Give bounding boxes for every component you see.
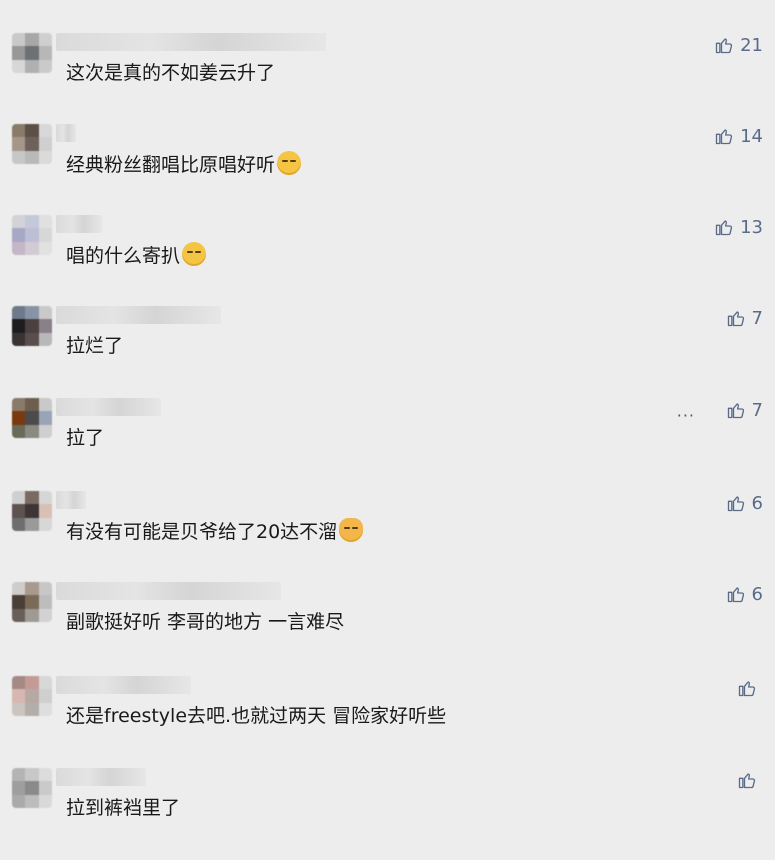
- thumbs-up-icon: [727, 403, 744, 419]
- comment-list: 这次是真的不如姜云升了 21 经典粉丝翻唱比原唱好听 14 唱的什么寄扒 13: [0, 0, 775, 837]
- thumbs-up-icon: [727, 587, 744, 603]
- avatar[interactable]: [12, 306, 52, 346]
- avatar[interactable]: [12, 124, 52, 164]
- comment-text: 这次是真的不如姜云升了: [66, 62, 276, 84]
- comment-item: 这次是真的不如姜云升了 21: [0, 33, 775, 125]
- like-count: 14: [740, 125, 763, 147]
- like-button[interactable]: 6: [726, 491, 763, 515]
- comment-item: 拉到裤裆里了: [0, 768, 775, 860]
- cat-face-icon: [339, 518, 364, 542]
- like-button[interactable]: 6: [726, 582, 763, 606]
- thumbs-up-icon: [727, 496, 744, 512]
- avatar[interactable]: [12, 768, 52, 808]
- comment-text: 唱的什么寄扒: [66, 242, 207, 269]
- relieved-face-icon: [277, 151, 302, 175]
- comment-item: 副歌挺好听 李哥的地方 一言难尽 6: [0, 582, 775, 674]
- comment-text: 有没有可能是贝爷给了20达不溜: [66, 518, 364, 545]
- like-button[interactable]: [737, 676, 763, 700]
- thumbs-up-icon: [738, 681, 756, 697]
- thumbs-up-icon: [715, 129, 733, 145]
- thumbs-up-icon: [727, 311, 744, 327]
- comment-item: 还是freestyle去吧.也就过两天 冒险家好听些: [0, 676, 775, 768]
- comment-text: 拉了: [66, 427, 105, 449]
- avatar[interactable]: [12, 33, 52, 73]
- comment-item: 经典粉丝翻唱比原唱好听 14: [0, 124, 775, 216]
- like-count: 6: [751, 583, 763, 605]
- avatar[interactable]: [12, 676, 52, 716]
- username[interactable]: [56, 215, 102, 233]
- like-button[interactable]: 21: [714, 33, 763, 57]
- username[interactable]: [56, 33, 326, 51]
- comment-text: 还是freestyle去吧.也就过两天 冒险家好听些: [66, 705, 447, 727]
- like-count: 6: [751, 492, 763, 514]
- like-button[interactable]: 14: [714, 124, 763, 148]
- avatar[interactable]: [12, 491, 52, 531]
- username[interactable]: [56, 398, 161, 416]
- thumbs-up-icon: [715, 220, 733, 236]
- comment-text: 经典粉丝翻唱比原唱好听: [66, 151, 302, 178]
- like-count: 7: [751, 399, 763, 421]
- like-button[interactable]: [737, 768, 763, 792]
- more-options-icon[interactable]: ···: [677, 406, 695, 425]
- avatar[interactable]: [12, 582, 52, 622]
- like-button[interactable]: 13: [714, 215, 763, 239]
- grinning-sweat-face-icon: [182, 242, 207, 266]
- thumbs-up-icon: [715, 38, 733, 54]
- comment-item: 有没有可能是贝爷给了20达不溜 6: [0, 491, 775, 583]
- comment-item: 唱的什么寄扒 13: [0, 215, 775, 307]
- comment-item: 拉烂了 7: [0, 306, 775, 398]
- like-count: 21: [740, 34, 763, 56]
- comment-text: 副歌挺好听 李哥的地方 一言难尽: [66, 611, 345, 633]
- username[interactable]: [56, 582, 281, 600]
- username[interactable]: [56, 768, 146, 786]
- comment-text: 拉烂了: [66, 335, 124, 357]
- like-button[interactable]: 7: [726, 398, 763, 422]
- username[interactable]: [56, 306, 221, 324]
- avatar[interactable]: [12, 215, 52, 255]
- like-count: 7: [751, 307, 763, 329]
- username[interactable]: [56, 491, 86, 509]
- thumbs-up-icon: [738, 773, 756, 789]
- username[interactable]: [56, 124, 76, 142]
- like-count: 13: [740, 216, 763, 238]
- like-button[interactable]: 7: [726, 306, 763, 330]
- username[interactable]: [56, 676, 191, 694]
- avatar[interactable]: [12, 398, 52, 438]
- comment-item: 拉了 ··· 7: [0, 398, 775, 490]
- comment-text: 拉到裤裆里了: [66, 797, 181, 819]
